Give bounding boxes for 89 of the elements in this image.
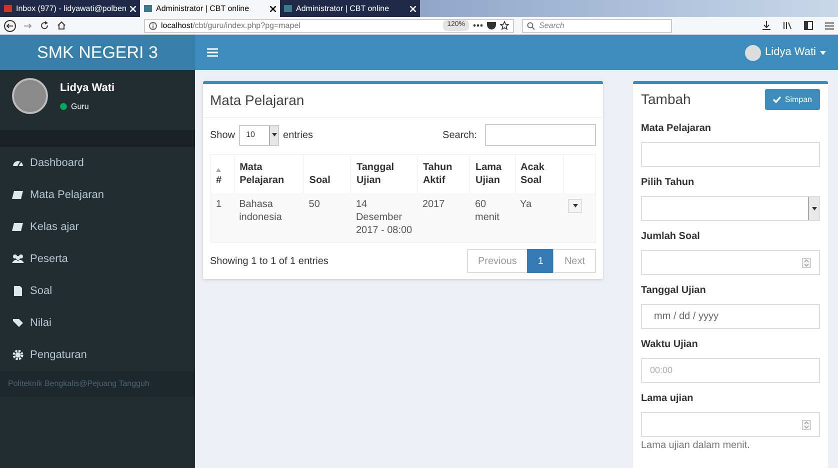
- save-button[interactable]: Simpan: [764, 89, 820, 110]
- panel-title: Tambah: [641, 90, 691, 109]
- close-icon[interactable]: [270, 6, 276, 12]
- input-field[interactable]: [641, 250, 820, 275]
- sidebar-footer: Politeknik Bengkalis@Pejuang Tangguh: [0, 371, 195, 397]
- site-icon: [144, 5, 152, 12]
- menu-icon[interactable]: [825, 22, 834, 30]
- time-placeholder: 00:00: [650, 364, 673, 377]
- column-header[interactable]: Soal: [309, 174, 346, 187]
- field-label: Jumlah Soal: [641, 230, 701, 244]
- help-text: Lama ujian dalam menit.: [641, 440, 751, 451]
- nav-item[interactable]: Mata Pelajaran: [0, 179, 195, 211]
- column-header[interactable]: Lama Ujian: [475, 161, 510, 187]
- entries-label: entries: [283, 128, 314, 142]
- column-header[interactable]: Acak Soal: [520, 161, 558, 187]
- column-header[interactable]: Tahun Aktif: [422, 161, 464, 187]
- nav-item[interactable]: Peserta: [0, 243, 195, 275]
- url-text: localhost/cbt/guru/index.php?pg=mapel: [161, 20, 302, 32]
- check-icon: [772, 96, 781, 103]
- column-header[interactable]: #: [216, 174, 229, 187]
- search-field[interactable]: [485, 124, 596, 146]
- back-icon[interactable]: [4, 20, 16, 32]
- panel-title: Mata Pelajaran: [203, 84, 603, 118]
- field-label: Waktu Ujian: [641, 338, 699, 352]
- field-label: Mata Pelajaran: [641, 122, 712, 136]
- nav-item[interactable]: Nilai: [0, 307, 195, 339]
- field-label: Pilih Tahun: [641, 176, 696, 190]
- field-label: Tanggal Ujian: [641, 284, 707, 298]
- table-cell: 2017: [417, 193, 470, 242]
- table-cell: Bahasa indonesia: [234, 193, 304, 242]
- input-field[interactable]: [641, 412, 820, 437]
- tab-title: Administrator | CBT online: [296, 2, 390, 14]
- gear-icon: [12, 349, 24, 361]
- home-icon[interactable]: [57, 21, 66, 30]
- table-cell: 50: [304, 193, 351, 242]
- avatar-icon: [745, 44, 762, 60]
- tag-icon: [12, 317, 24, 329]
- select-field[interactable]: [641, 196, 820, 221]
- avatar-icon: [12, 78, 48, 114]
- caret-icon: [572, 204, 578, 208]
- user-name: Lidya Wati: [60, 81, 115, 96]
- table-cell: Ya: [515, 193, 564, 242]
- tab-title: Inbox (977) - lidyawati@polben: [16, 2, 126, 14]
- table-cell: 1: [210, 193, 234, 242]
- field-label: Lama ujian: [641, 392, 694, 406]
- download-icon[interactable]: [762, 21, 771, 30]
- pagination-button[interactable]: 1: [526, 249, 554, 273]
- search-icon: [527, 22, 535, 30]
- nav-item[interactable]: Soal: [0, 275, 195, 307]
- nav-item[interactable]: Kelas ajar: [0, 211, 195, 243]
- file-icon: [12, 285, 24, 297]
- search-label: Search:: [442, 128, 477, 142]
- search-field[interactable]: Search: [522, 18, 672, 32]
- brand-logo[interactable]: SMK NEGERI 3: [0, 35, 195, 70]
- browser-tab[interactable]: Administrator | CBT online: [140, 0, 280, 17]
- user-role: Guru: [71, 100, 89, 112]
- dropdown-toggle[interactable]: [568, 199, 582, 213]
- search-placeholder: Search: [539, 20, 564, 32]
- library-icon[interactable]: [783, 21, 792, 30]
- column-header[interactable]: Mata Pelajaran: [240, 161, 298, 187]
- page-size-select[interactable]: 10: [239, 124, 280, 146]
- table-cell: 14 Desember 2017 - 08:00: [350, 193, 418, 242]
- pocket-icon[interactable]: [487, 22, 496, 30]
- date-placeholder: mm / dd / yyyy: [653, 310, 718, 324]
- caret-icon: [820, 50, 826, 54]
- caret-icon: [812, 206, 816, 210]
- site-icon: [284, 5, 292, 12]
- table-cell: 60 menit: [470, 193, 516, 242]
- book-icon: [12, 189, 24, 201]
- caret-icon: [272, 133, 277, 137]
- table-info: Showing 1 to 1 of 1 entries: [210, 254, 328, 268]
- forward-icon[interactable]: [24, 22, 32, 30]
- sidebar-icon[interactable]: [804, 21, 813, 30]
- user-name: Lidya Wati: [765, 45, 816, 60]
- tab-title: Administrator | CBT online: [156, 2, 250, 14]
- mail-icon: [4, 5, 12, 12]
- book-icon: [12, 221, 24, 233]
- reload-icon[interactable]: [40, 21, 49, 30]
- input-field[interactable]: mm / dd / yyyy: [641, 304, 820, 329]
- nav-item[interactable]: Pengaturan: [0, 339, 195, 371]
- input-field[interactable]: [641, 142, 820, 167]
- more-icon[interactable]: [473, 24, 483, 27]
- show-label: Show: [210, 128, 236, 142]
- nav-item[interactable]: Dashboard: [0, 147, 195, 179]
- star-icon[interactable]: [500, 21, 509, 30]
- info-icon[interactable]: [149, 22, 157, 30]
- column-header[interactable]: Tanggal Ujian: [356, 161, 412, 187]
- users-icon: [12, 253, 24, 265]
- user-menu[interactable]: Lidya Wati: [745, 44, 826, 61]
